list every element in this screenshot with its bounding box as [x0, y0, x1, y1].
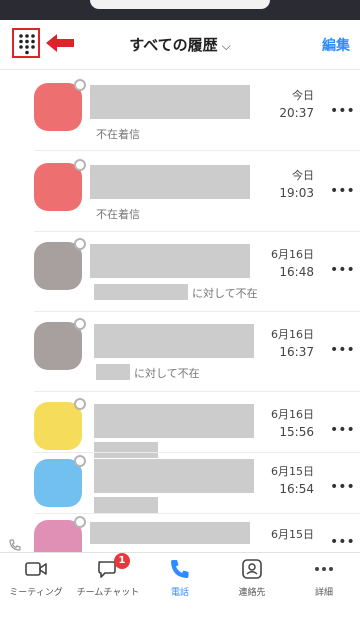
- call-time: 15:56: [279, 425, 314, 439]
- presence-status-icon: [74, 159, 86, 171]
- more-options-button[interactable]: •••: [330, 183, 355, 199]
- callback-icon: [9, 539, 21, 551]
- tab-label: チームチャット: [76, 588, 140, 598]
- more-options-button[interactable]: •••: [330, 262, 355, 278]
- header: すべての履歴 ⌵ 編集: [0, 20, 360, 70]
- bottom-tab-bar: ミーティング 1 チームチャット 電話 連絡先 詳細: [0, 552, 360, 619]
- call-status-text: に対して不在: [192, 287, 258, 300]
- call-time: 19:03: [279, 186, 314, 200]
- avatar: [34, 402, 82, 450]
- caller-name-redacted: [94, 324, 254, 358]
- chevron-down-icon: ⌵: [221, 39, 231, 53]
- call-time: 16:54: [279, 482, 314, 496]
- more-options-button[interactable]: •••: [330, 342, 355, 358]
- tab-label: 詳細: [314, 588, 333, 598]
- tab-contacts[interactable]: 連絡先: [216, 553, 288, 613]
- avatar: [34, 242, 82, 290]
- call-history-row[interactable]: 不在着信 今日 19:03 •••: [0, 151, 360, 231]
- call-time: 16:37: [279, 345, 314, 359]
- tab-label: 連絡先: [238, 588, 266, 598]
- avatar: [34, 163, 82, 211]
- presence-status-icon: [74, 455, 86, 467]
- status-bar: [0, 0, 360, 20]
- tab-meetings[interactable]: ミーティング: [0, 553, 72, 613]
- avatar: [34, 459, 82, 507]
- more-options-button[interactable]: •••: [330, 422, 355, 438]
- presence-status-icon: [74, 238, 86, 250]
- status-bar-notch: [90, 0, 270, 9]
- caller-name-redacted: [90, 85, 250, 119]
- avatar: [34, 322, 82, 370]
- call-history-row[interactable]: に対して不在 6月16日 16:37 •••: [0, 312, 360, 392]
- history-filter-dropdown[interactable]: すべての履歴 ⌵: [0, 34, 360, 55]
- call-history-list[interactable]: 不在着信 今日 20:37 ••• 不在着信 今日 19:03 ••• に対して…: [0, 70, 360, 552]
- call-date: 6月16日: [271, 248, 314, 261]
- caller-name-redacted: [94, 459, 254, 493]
- unread-badge: 1: [114, 553, 130, 569]
- more-options-button[interactable]: •••: [330, 479, 355, 495]
- call-status-text: に対して不在: [134, 367, 200, 380]
- tab-more[interactable]: 詳細: [288, 553, 360, 613]
- call-time: 20:37: [279, 106, 314, 120]
- tab-label: 電話: [170, 588, 189, 598]
- call-date: 今日: [292, 89, 314, 102]
- presence-status-icon: [74, 516, 86, 528]
- caller-name-redacted: [90, 165, 250, 199]
- call-date: 今日: [292, 169, 314, 182]
- call-date: 6月16日: [271, 328, 314, 341]
- presence-status-icon: [74, 318, 86, 330]
- tab-label: ミーティング: [9, 588, 63, 598]
- call-history-row[interactable]: 不在着信 今日 20:37 •••: [0, 70, 360, 150]
- missed-target-redacted: [94, 284, 188, 300]
- phone-icon: [171, 560, 189, 578]
- edit-button[interactable]: 編集: [322, 35, 350, 55]
- page-title: すべての履歴: [129, 36, 218, 54]
- avatar: [34, 83, 82, 131]
- caller-detail-redacted: [94, 497, 158, 513]
- contacts-icon: [242, 559, 262, 579]
- call-history-row[interactable]: に対して不在 6月16日 16:48 •••: [0, 232, 360, 312]
- tab-team-chat[interactable]: 1 チームチャット: [72, 553, 144, 613]
- caller-name-redacted: [90, 522, 250, 544]
- call-time: 16:48: [279, 265, 314, 279]
- missed-target-redacted: [96, 364, 130, 380]
- caller-name-redacted: [90, 244, 250, 278]
- more-options-button[interactable]: •••: [330, 103, 355, 119]
- presence-status-icon: [74, 398, 86, 410]
- more-dots-icon: [315, 567, 333, 571]
- presence-status-icon: [74, 79, 86, 91]
- call-history-row[interactable]: 6月15日 •••: [0, 514, 360, 552]
- call-status-text: 不在着信: [96, 208, 140, 221]
- tab-phone[interactable]: 電話: [144, 553, 216, 613]
- caller-name-redacted: [94, 404, 254, 438]
- call-date: 6月15日: [271, 465, 314, 478]
- call-status-text: 不在着信: [96, 128, 140, 141]
- more-options-button[interactable]: •••: [330, 534, 355, 550]
- call-date: 6月16日: [271, 408, 314, 421]
- call-date: 6月15日: [271, 528, 314, 541]
- video-camera-icon: [25, 562, 47, 576]
